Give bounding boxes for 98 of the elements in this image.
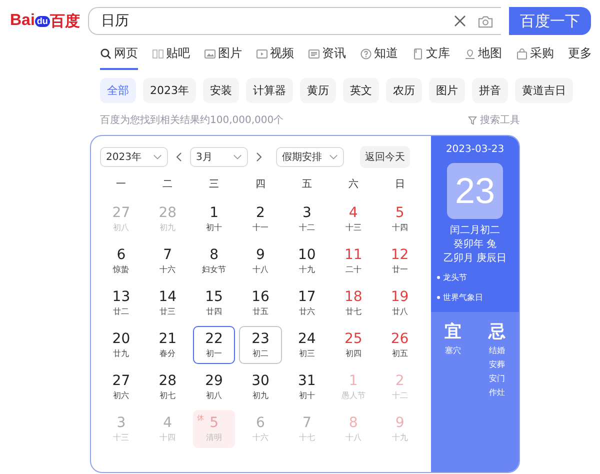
post-icon — [152, 48, 164, 60]
search-tab[interactable]: 贴吧 — [152, 43, 190, 70]
bullet-icon — [437, 296, 440, 299]
filter-chip[interactable]: 安装 — [203, 78, 239, 103]
weekday-header: 二 — [162, 178, 174, 192]
filter-chip[interactable]: 图片 — [429, 78, 465, 103]
filter-chip[interactable]: 全部 — [100, 78, 136, 103]
calendar-day[interactable]: 3 十二 — [286, 200, 328, 238]
lunar-date-line: 闰二月初二 — [449, 224, 501, 238]
search-button[interactable]: 百度一下 — [509, 7, 591, 35]
search-tab[interactable]: 知道 — [360, 43, 398, 70]
lunar-date-line: 癸卯年 兔 — [452, 238, 498, 252]
filter-icon — [468, 116, 477, 124]
filter-chip[interactable]: 英文 — [343, 78, 379, 103]
calendar-day[interactable]: 27 初六 — [100, 368, 142, 406]
weekday-header: 一 — [115, 178, 128, 192]
chevron-down-icon — [233, 154, 242, 160]
search-tab[interactable]: 图片 — [204, 43, 242, 70]
month-select[interactable]: 3月 — [190, 147, 248, 167]
almanac-item: 安门 — [489, 373, 505, 385]
weekday-header: 三 — [208, 178, 220, 192]
calendar-day[interactable]: 2 十一 — [239, 200, 282, 238]
weekday-header: 四 — [254, 178, 266, 192]
calendar-day[interactable]: 16 廿五 — [239, 284, 282, 322]
holiday-select[interactable]: 假期安排 — [276, 147, 344, 167]
calendar-day[interactable]: 22 初一 — [192, 326, 236, 364]
close-icon[interactable] — [454, 15, 466, 27]
almanac-item: 安葬 — [489, 359, 505, 371]
search-tab[interactable]: 资讯 — [308, 43, 346, 70]
map-pin-icon — [464, 48, 476, 60]
filter-chip[interactable]: 拼音 — [472, 78, 508, 103]
chevron-left-icon[interactable] — [176, 152, 182, 162]
filter-chip[interactable]: 黄历 — [300, 78, 336, 103]
calendar-day[interactable]: 5 十四 — [378, 200, 421, 238]
calendar-day[interactable]: 10 十九 — [286, 242, 328, 280]
calendar-day[interactable]: 31 初十 — [286, 368, 328, 406]
filter-chip[interactable]: 农历 — [386, 78, 422, 103]
back-to-today-button[interactable]: 返回今天 — [360, 146, 410, 168]
result-count: 百度为您找到相关结果约100,000,000个 — [100, 114, 284, 127]
filter-chip[interactable]: 黄道吉日 — [515, 78, 573, 103]
calendar-day[interactable]: 7 十六 — [146, 242, 189, 280]
calendar-day[interactable]: 4 十三 — [332, 200, 375, 238]
almanac-item: 塞穴 — [445, 345, 461, 357]
almanac-heading: 忌 — [488, 321, 506, 343]
calendar-day[interactable]: 28 初七 — [146, 368, 189, 406]
calendar-day[interactable]: 11 二十 — [332, 242, 375, 280]
calendar-day[interactable]: 29 初八 — [192, 368, 236, 406]
play-icon — [256, 48, 268, 60]
image-icon — [204, 48, 216, 60]
almanac-item: 结婚 — [489, 345, 505, 357]
calendar-day[interactable]: 21 春分 — [146, 326, 189, 364]
search-icon — [100, 48, 112, 60]
weekday-header: 五 — [300, 178, 313, 192]
calendar-day[interactable]: 8 妇女节 — [192, 242, 236, 280]
filter-chip[interactable]: 计算器 — [246, 78, 293, 103]
calendar-day[interactable]: 30 初九 — [239, 368, 282, 406]
weekday-header: 六 — [347, 178, 360, 192]
camera-icon[interactable] — [478, 14, 493, 28]
calendar-day[interactable]: 19 廿八 — [378, 284, 421, 322]
calendar-day[interactable]: 1 初十 — [192, 200, 236, 238]
calendar-day[interactable]: 26 初五 — [378, 326, 421, 364]
search-tab[interactable]: 视频 — [256, 43, 294, 70]
calendar-day[interactable]: 13 廿二 — [100, 284, 142, 322]
calendar-day[interactable]: 15 廿四 — [192, 284, 236, 322]
search-tab[interactable]: 文库 — [412, 43, 450, 70]
calendar-day[interactable]: 6 惊蛰 — [100, 242, 142, 280]
lunar-date-line: 乙卯月 庚辰日 — [443, 252, 507, 266]
question-icon — [360, 48, 372, 60]
document-icon — [412, 48, 424, 60]
news-icon — [308, 48, 320, 60]
calendar-day[interactable]: 18 廿七 — [332, 284, 375, 322]
selected-date: 2023-03-23 — [446, 144, 504, 155]
search-field[interactable]: 日历 — [88, 7, 501, 35]
almanac-item: 作灶 — [489, 387, 505, 399]
bag-icon — [516, 48, 528, 60]
bullet-icon — [437, 276, 440, 279]
search-tab[interactable]: 采购 — [516, 43, 554, 70]
calendar-day[interactable]: 25 初四 — [332, 326, 375, 364]
year-select[interactable]: 2023年 — [100, 147, 168, 167]
big-day-number: 23 — [447, 163, 503, 219]
calendar-day[interactable]: 12 廿一 — [378, 242, 421, 280]
calendar-day[interactable]: 9 十八 — [239, 242, 282, 280]
calendar-day[interactable]: 14 廿三 — [146, 284, 189, 322]
search-tab[interactable]: 更多 — [568, 43, 592, 70]
chevron-right-icon[interactable] — [256, 152, 262, 162]
calendar-day[interactable]: 23 初二 — [239, 326, 282, 364]
filter-chip[interactable]: 2023年 — [143, 78, 196, 103]
calendar-day[interactable]: 24 初三 — [286, 326, 328, 364]
festival-item: 世界气象日 — [443, 292, 483, 303]
calendar-day[interactable]: 17 廿六 — [286, 284, 328, 322]
almanac-heading: 宜 — [444, 321, 462, 343]
chevron-down-icon — [329, 154, 338, 160]
weekday-header: 日 — [394, 178, 406, 192]
search-tab[interactable]: 地图 — [464, 43, 502, 70]
chevron-down-icon — [153, 154, 162, 160]
search-tab[interactable]: 网页 — [100, 43, 138, 70]
calendar-day[interactable]: 20 廿九 — [100, 326, 142, 364]
festival-item: 龙头节 — [443, 272, 467, 283]
